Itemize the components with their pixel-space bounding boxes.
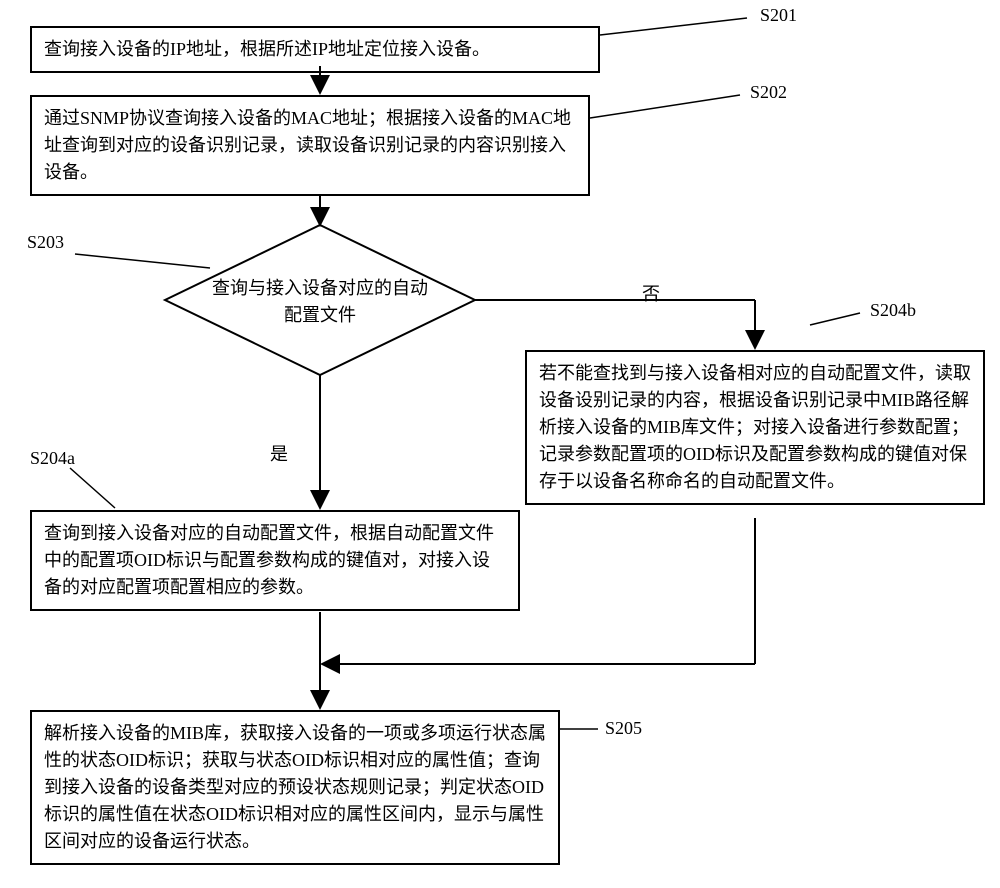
step-s204b-text: 若不能查找到与接入设备相对应的自动配置文件，读取设备设别记录的内容，根据设备识别… xyxy=(539,363,971,491)
label-s203: S203 xyxy=(27,232,64,253)
edge-label-yes: 是 xyxy=(270,440,288,466)
label-s204a: S204a xyxy=(30,448,75,469)
label-s205: S205 xyxy=(605,718,642,739)
label-s204b: S204b xyxy=(870,300,916,321)
edge-label-no: 否 xyxy=(642,280,660,306)
step-s202-text: 通过SNMP协议查询接入设备的MAC地址；根据接入设备的MAC地址查询到对应的设… xyxy=(44,108,571,182)
decision-s203-text: 查询与接入设备对应的自动 配置文件 xyxy=(200,275,440,329)
step-s205-text: 解析接入设备的MIB库，获取接入设备的一项或多项运行状态属性的状态OID标识；获… xyxy=(44,723,546,851)
step-s205: 解析接入设备的MIB库，获取接入设备的一项或多项运行状态属性的状态OID标识；获… xyxy=(30,710,560,865)
decision-s203: 查询与接入设备对应的自动 配置文件 xyxy=(180,225,460,375)
label-s201: S201 xyxy=(760,5,797,26)
step-s204b: 若不能查找到与接入设备相对应的自动配置文件，读取设备设别记录的内容，根据设备识别… xyxy=(525,350,985,505)
step-s204a: 查询到接入设备对应的自动配置文件，根据自动配置文件中的配置项OID标识与配置参数… xyxy=(30,510,520,611)
label-s202: S202 xyxy=(750,82,787,103)
step-s201-text: 查询接入设备的IP地址，根据所述IP地址定位接入设备。 xyxy=(44,39,490,59)
step-s202: 通过SNMP协议查询接入设备的MAC地址；根据接入设备的MAC地址查询到对应的设… xyxy=(30,95,590,196)
step-s201: 查询接入设备的IP地址，根据所述IP地址定位接入设备。 xyxy=(30,26,600,73)
step-s204a-text: 查询到接入设备对应的自动配置文件，根据自动配置文件中的配置项OID标识与配置参数… xyxy=(44,523,494,597)
